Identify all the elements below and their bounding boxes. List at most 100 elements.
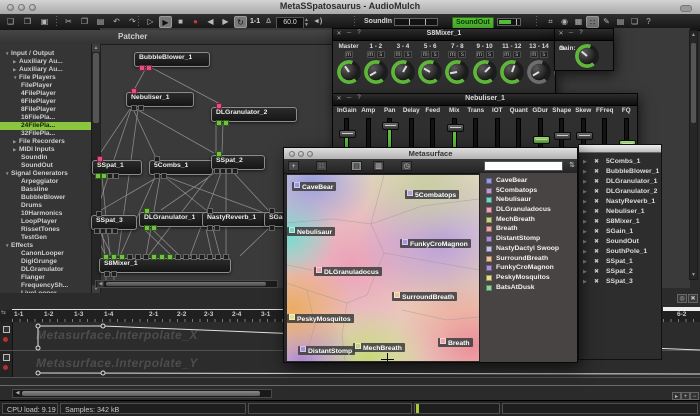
tree-collapsed-icon[interactable]: ▶ (583, 257, 587, 267)
tree-item-signal-generators[interactable]: ▼Signal Generators (0, 170, 100, 178)
input-port[interactable] (103, 254, 109, 260)
remove-icon[interactable]: ✖ (594, 217, 599, 227)
node-bubbleblower-1[interactable]: BubbleBlower_1 (134, 52, 210, 67)
remove-icon[interactable]: ✖ (594, 247, 599, 257)
tree-item-frequencysh[interactable]: FrequencySh... (0, 282, 100, 290)
mute-button[interactable]: m (345, 51, 353, 58)
channel-knob[interactable] (393, 62, 413, 82)
detail-view-button[interactable]: ▥ (373, 161, 384, 171)
gain-mute-button[interactable]: m (559, 45, 608, 52)
input-port[interactable] (96, 211, 102, 217)
channel-knob[interactable] (366, 62, 386, 82)
tree-item-livelooper[interactable]: LiveLooper (0, 290, 100, 293)
output-port[interactable] (269, 225, 275, 231)
tree-item-soundin[interactable]: SoundIn (0, 154, 100, 162)
tree-item-soundout[interactable]: SoundOut (0, 162, 100, 170)
contraption-item-bubbleblower-1[interactable]: ▶✖BubbleBlower_1 (579, 167, 661, 177)
snapshot-list-item-cavebear[interactable]: CaveBear (480, 176, 577, 186)
channel-knob[interactable] (475, 62, 495, 82)
input-port[interactable] (223, 254, 229, 260)
node-sspat-1[interactable]: SSpat_1 (92, 160, 142, 175)
snapshot-list-item-surroundbreath[interactable]: SurroundBreath (480, 254, 577, 264)
output-port[interactable] (146, 65, 152, 71)
output-port[interactable] (139, 65, 145, 71)
tree-item-midi-inputs[interactable]: ▶MIDI Inputs (0, 146, 100, 154)
solo-button[interactable]: s (513, 51, 521, 58)
channel-knob[interactable] (447, 62, 467, 82)
output-port[interactable] (111, 271, 117, 277)
mute-button[interactable]: m (421, 51, 429, 58)
interpolation-cursor[interactable] (381, 353, 394, 366)
solo-button[interactable]: s (458, 51, 466, 58)
snapshot-breath[interactable]: Breath (438, 338, 473, 347)
tree-item-input-output[interactable]: ▼Input / Output (0, 50, 100, 58)
snapshot-list-item-dlgranuladocus[interactable]: DLGranuladocus (480, 205, 577, 215)
automation-button[interactable]: ✎ (600, 16, 613, 28)
mute-button[interactable]: m (394, 51, 402, 58)
toolbar-toggle-pill[interactable] (680, 5, 692, 12)
node-nebuliser-1[interactable]: Nebuliser_1 (126, 92, 194, 107)
output-port[interactable] (161, 173, 167, 179)
slider-handle[interactable] (447, 124, 464, 132)
tree-item-dlgranulator[interactable]: DLGranulator (0, 266, 100, 274)
tree-item-bassline[interactable]: Bassline (0, 186, 100, 194)
channel-knob[interactable] (529, 62, 549, 82)
mute-button[interactable]: m (367, 51, 375, 58)
speaker-icon[interactable]: ◄) (313, 17, 322, 27)
scroll-left-icon[interactable]: ◀ (14, 390, 21, 397)
contraption-item-soundout[interactable]: ▶✖SoundOut (579, 237, 661, 247)
contraption-item-dlgranulator-1[interactable]: ▶✖DLGranulator_1 (579, 177, 661, 187)
patcher-hscrollbar[interactable]: ◀ (95, 280, 278, 288)
documents-button[interactable]: ❏ (628, 16, 641, 28)
tree-item-testgen[interactable]: TestGen (0, 234, 100, 242)
tree-item-fileplayer[interactable]: FilePlayer (0, 82, 100, 90)
sort-icon[interactable]: ⇅ (567, 161, 577, 171)
channel-knob[interactable] (339, 62, 359, 82)
tree-item-loopplayer[interactable]: LoopPlayer (0, 218, 100, 226)
play-from-start-button[interactable]: ▷ (144, 16, 157, 28)
snapshot-list-item-nastydactyl-swoop[interactable]: NastyDactyl Swoop (480, 244, 577, 254)
remove-icon[interactable]: ✖ (594, 197, 599, 207)
contraption-item-nebuliser-1[interactable]: ▶✖Nebuliser_1 (579, 207, 661, 217)
snapshot-5combatops[interactable]: 5Combatops (405, 190, 459, 199)
input-port[interactable] (216, 151, 222, 157)
scroll-up-icon[interactable]: ▲ (690, 31, 697, 39)
snapshot-nebulisaur[interactable]: Nebulisaur (287, 227, 335, 236)
zoom-in-button[interactable]: + (681, 392, 690, 400)
snapshot-list-item-peskymosquitos[interactable]: PeskyMosquitos (480, 273, 577, 283)
properties-button[interactable]: ▤ (614, 16, 627, 28)
mute-button[interactable]: m (448, 51, 456, 58)
solo-button[interactable]: s (431, 51, 439, 58)
remove-icon[interactable]: ✖ (594, 207, 599, 217)
channel-knob[interactable] (420, 62, 440, 82)
input-port[interactable] (167, 254, 173, 260)
scroll-left-icon[interactable]: ◀ (97, 281, 104, 287)
input-port[interactable] (144, 208, 150, 214)
tree-collapsed-icon[interactable]: ▶ (583, 157, 587, 167)
snapshot-list-item-nebulisaur[interactable]: Nebulisaur (480, 195, 577, 205)
save-file-button[interactable]: ▣ (38, 16, 51, 28)
snapshot-list-item-5combatops[interactable]: 5Combatops (480, 186, 577, 196)
stop-button[interactable]: ■ (174, 16, 187, 28)
snapshot-list-item-mechbreath[interactable]: MechBreath (480, 215, 577, 225)
tree-item-effects[interactable]: ▼Effects (0, 242, 100, 250)
slider-handle[interactable] (382, 122, 399, 130)
output-port[interactable] (104, 271, 110, 277)
tempo-stepper[interactable]: ▲▼ (304, 18, 309, 28)
snapshot-funkycromagnon[interactable]: FunkyCroMagnon (400, 239, 471, 248)
output-port[interactable] (138, 105, 144, 111)
patcher-window-button[interactable]: ⌗ (544, 16, 557, 28)
tree-item-32filepla[interactable]: 32FilePla... (0, 130, 100, 138)
output-port[interactable] (216, 120, 222, 126)
input-port[interactable] (159, 254, 165, 260)
snapshot-surroundbreath[interactable]: SurroundBreath (392, 292, 457, 301)
scrollbar-thumb[interactable] (22, 391, 260, 396)
mixer-titlebar[interactable]: ✕ ─ ? S8Mixer_1 (333, 29, 555, 41)
remove-icon[interactable]: ✖ (594, 177, 599, 187)
output-port[interactable] (113, 173, 119, 179)
cut-button[interactable]: ✂ (62, 16, 75, 28)
input-port[interactable] (97, 156, 103, 162)
remove-icon[interactable]: ✖ (594, 157, 599, 167)
tree-item-rissettones[interactable]: RissetTones (0, 226, 100, 234)
remove-icon[interactable]: ✖ (594, 257, 599, 267)
